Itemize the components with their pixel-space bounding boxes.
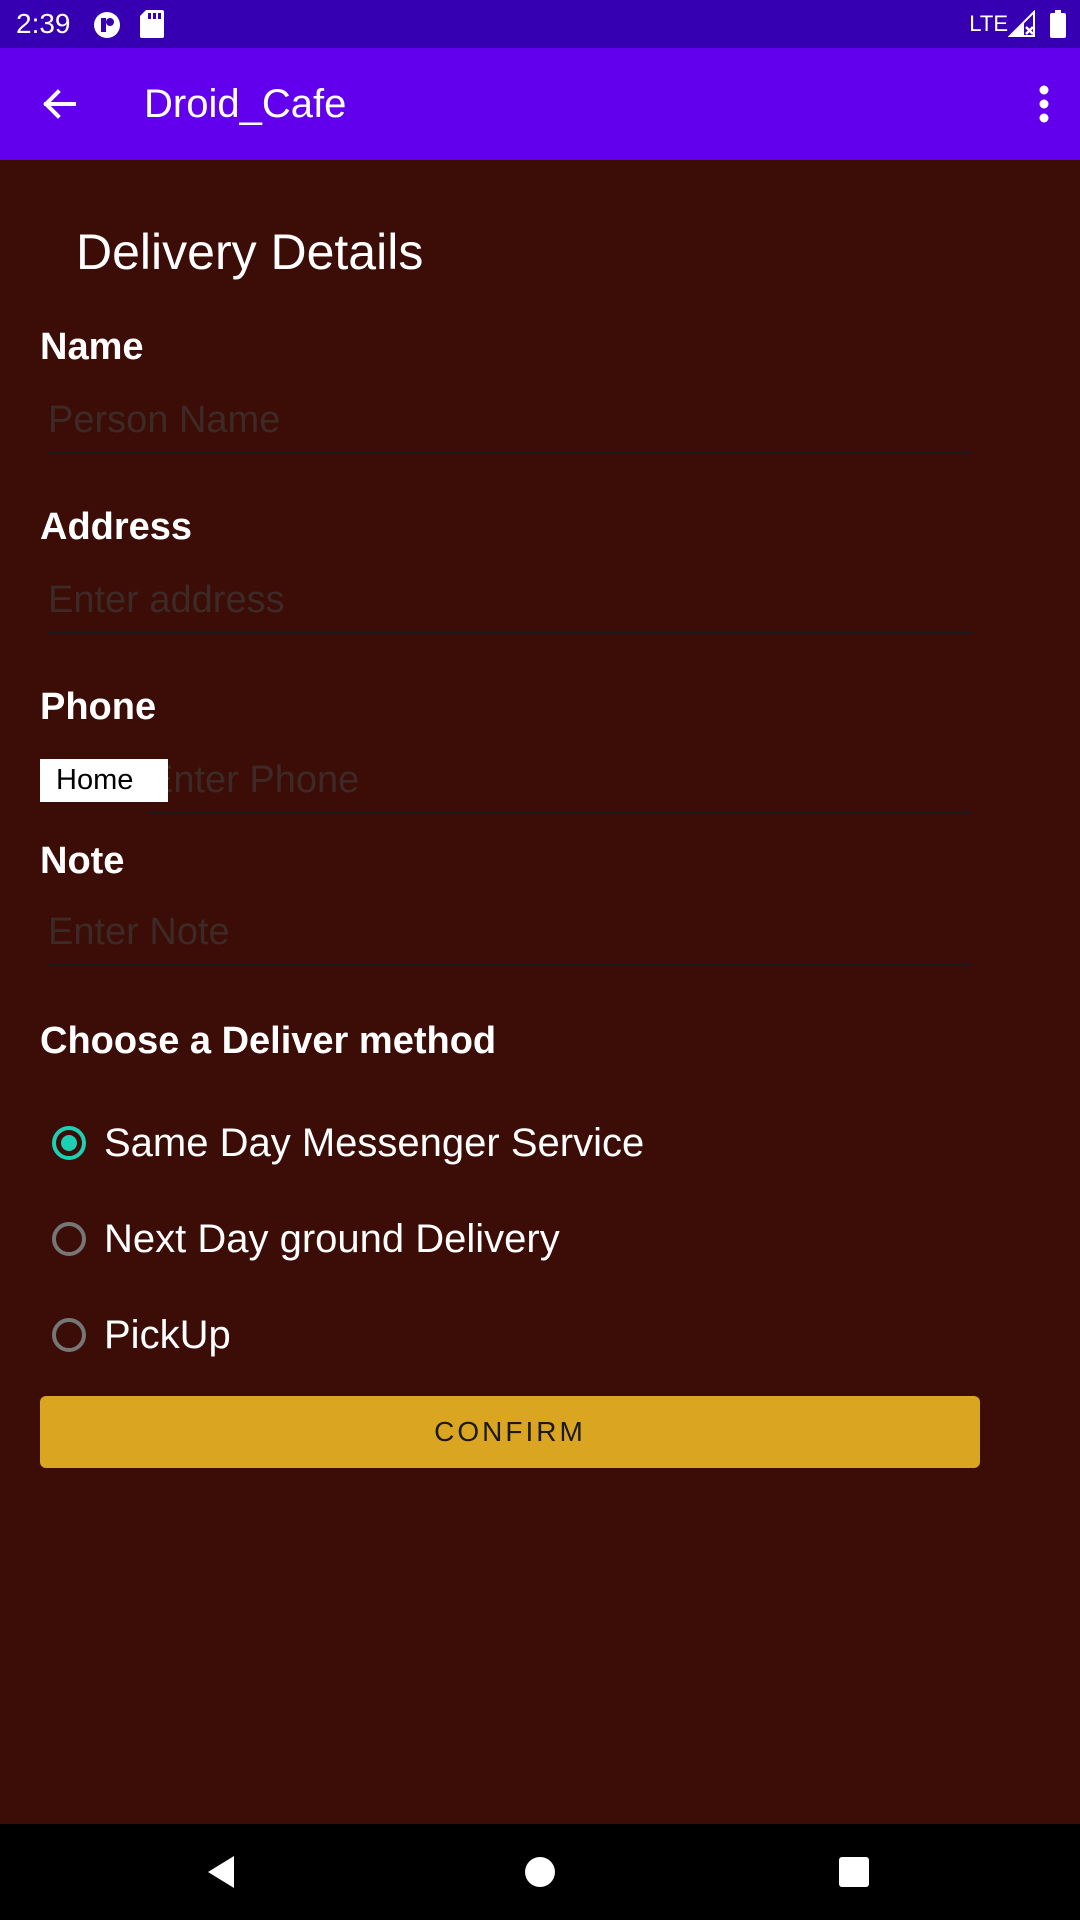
- arrow-back-icon[interactable]: [32, 76, 88, 132]
- status-bar: 2:39 LTE: [0, 0, 1080, 48]
- radio-label: PickUp: [104, 1313, 231, 1357]
- radio-label: Next Day ground Delivery: [104, 1217, 560, 1261]
- navigation-bar: [0, 1824, 1080, 1920]
- radio-same-day[interactable]: Same Day Messenger Service: [50, 1106, 644, 1186]
- address-label: Address: [40, 506, 193, 548]
- radio-checked-icon[interactable]: [52, 1126, 86, 1160]
- signal-icon: [1008, 10, 1035, 37]
- battery-icon: [1050, 10, 1066, 38]
- app-title: Droid_Cafe: [144, 82, 347, 126]
- page-title: Delivery Details: [76, 224, 424, 280]
- note-label: Note: [40, 840, 125, 882]
- confirm-button[interactable]: CONFIRM: [40, 1396, 980, 1468]
- phone-label: Phone: [40, 686, 157, 728]
- app-bar: Droid_Cafe: [0, 48, 1080, 160]
- phone-input[interactable]: Enter Phone: [148, 748, 972, 814]
- note-input[interactable]: Enter Note: [48, 900, 972, 966]
- radio-next-day[interactable]: Next Day ground Delivery: [50, 1202, 560, 1282]
- note-placeholder: Enter Note: [48, 911, 230, 953]
- name-input[interactable]: Person Name: [48, 388, 972, 454]
- address-placeholder: Enter address: [48, 579, 285, 621]
- sd-card-icon: [140, 10, 164, 38]
- delivery-method-label: Choose a Deliver method: [40, 1020, 497, 1062]
- name-placeholder: Person Name: [48, 399, 281, 441]
- phone-placeholder: Enter Phone: [148, 759, 360, 801]
- phone-type-spinner[interactable]: Home: [40, 759, 168, 802]
- radio-pickup[interactable]: PickUp: [50, 1298, 231, 1378]
- back-triangle-icon[interactable]: [198, 1848, 246, 1896]
- status-time: 2:39: [16, 8, 71, 39]
- recents-square-icon[interactable]: [830, 1848, 878, 1896]
- home-circle-icon[interactable]: [516, 1848, 564, 1896]
- radio-unchecked-icon[interactable]: [52, 1222, 86, 1256]
- radio-unchecked-icon[interactable]: [52, 1318, 86, 1352]
- more-vert-icon[interactable]: [1024, 76, 1064, 132]
- address-input[interactable]: Enter address: [48, 568, 972, 634]
- name-label: Name: [40, 326, 144, 368]
- network-type: LTE: [969, 11, 1008, 36]
- radio-label: Same Day Messenger Service: [104, 1121, 645, 1165]
- data-saver-icon: [94, 12, 120, 38]
